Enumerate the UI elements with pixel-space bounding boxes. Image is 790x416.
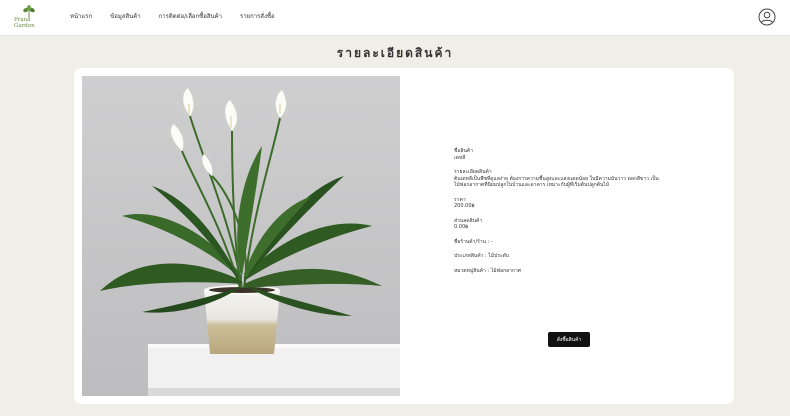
brand-line-2: Garden (14, 22, 35, 29)
product-type: ประเภทสินค้า : ไม้ประดับ (454, 253, 510, 259)
product-discount-block: ส่วนลดสินค้า 0.00฿ (454, 218, 694, 231)
product-price-value: 200.00฿ (454, 203, 475, 209)
product-description-block: รายละเอียดสินค้า ต้นเดหลีเป็นพืชที่ดูแลง… (454, 169, 694, 189)
page-title: รายละเอียดสินค้า (336, 46, 454, 60)
product-discount-value: 0.00฿ (454, 224, 469, 230)
user-circle-icon[interactable] (758, 8, 776, 26)
top-navigation-bar: Prana Garden หน้าแรก ข้อมูลสินค้า การติด… (0, 0, 790, 36)
nav-item-product-info[interactable]: ข้อมูลสินค้า (110, 11, 140, 21)
product-price-block: ราคา 200.00฿ (454, 197, 694, 210)
brand-logo[interactable]: Prana Garden (14, 5, 54, 31)
product-category: หมวดหมู่สินค้า : ไม้ฟอกอากาศ (454, 267, 521, 274)
main-nav: หน้าแรก ข้อมูลสินค้า การติดต่อ/เลือกซื้อ… (70, 11, 293, 21)
add-to-cart-button[interactable]: สั่งซื้อสินค้า (548, 332, 590, 347)
product-details: ชื่อสินค้า เดหลี รายละเอียดสินค้า ต้นเดห… (454, 148, 694, 282)
nav-item-contact-shop[interactable]: การติดต่อ/เลือกซื้อสินค้า (159, 11, 222, 21)
product-name-value: เดหลี (454, 154, 466, 161)
nav-item-home[interactable]: หน้าแรก (70, 11, 92, 21)
product-name-block: ชื่อสินค้า เดหลี (454, 148, 694, 161)
product-seller: ชื่อร้านค้า/ร้าน : - (454, 238, 493, 245)
product-image (82, 76, 400, 396)
brand-name: Prana Garden (14, 17, 54, 29)
product-description-text: ต้นเดหลีเป็นพืชที่ดูแลง่าย ต้องการความชื… (454, 175, 659, 189)
nav-item-orders[interactable]: รายการสั่งซื้อ (240, 11, 275, 21)
